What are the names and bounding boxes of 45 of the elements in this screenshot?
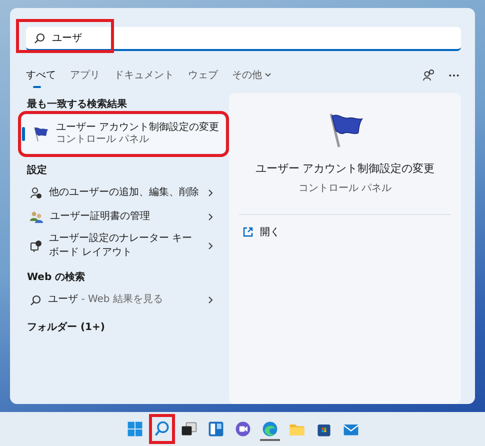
- tab[interactable]: ドキュメント: [114, 64, 182, 86]
- section-heading: フォルダー (1+): [26, 320, 106, 335]
- hint-text: - Web 結果を見る: [81, 294, 163, 306]
- search-icon: [34, 33, 45, 44]
- open-external-icon: [243, 227, 253, 237]
- result-subtitle: コントロール パネル: [56, 134, 150, 146]
- section-heading: 設定: [26, 163, 48, 178]
- item-label: 他のユーザーの追加、編集、削除: [49, 186, 200, 200]
- settings-item[interactable]: ユーザー設定のナレーター キーボード レイアウト: [22, 229, 221, 262]
- item-label: ユーザー証明書の管理: [50, 210, 151, 224]
- open-action[interactable]: 開く: [241, 222, 282, 242]
- best-match-item[interactable]: ユーザー アカウント制御設定の変更 コントロール パネル: [22, 115, 225, 153]
- tab[interactable]: すべて: [26, 64, 64, 86]
- search-icon: [152, 420, 170, 438]
- section-heading: Web の検索: [26, 270, 86, 285]
- tab[interactable]: アプリ: [70, 64, 108, 86]
- search-icon: [30, 294, 41, 306]
- chevron-right-icon: [208, 189, 213, 197]
- user-add-icon: [30, 187, 42, 199]
- widgets-icon: [206, 420, 224, 438]
- chat-icon: [234, 420, 252, 438]
- preview-title: ユーザー アカウント制御設定の変更: [255, 161, 435, 177]
- preview-subtitle: コントロール パネル: [298, 182, 392, 196]
- settings-item[interactable]: ユーザー証明書の管理: [22, 205, 221, 229]
- chevron-right-icon: [208, 296, 213, 304]
- tab[interactable]: その他: [232, 64, 279, 86]
- task-view-icon: [180, 420, 198, 438]
- web-search-item[interactable]: ユーザ - Web 結果を見る: [22, 288, 221, 312]
- windows-icon: [126, 420, 144, 438]
- section-heading: 最も一致する検索結果: [26, 98, 128, 112]
- result-title: ユーザー アカウント制御設定の変更: [56, 122, 220, 134]
- search-field[interactable]: ユーザ: [26, 27, 461, 51]
- users-icon: [30, 211, 43, 223]
- tab[interactable]: ウェブ: [188, 64, 226, 86]
- search-button[interactable]: [148, 414, 174, 444]
- more-icon[interactable]: [449, 74, 459, 76]
- settings-item[interactable]: 他のユーザーの追加、編集、削除: [22, 181, 221, 205]
- account-icon[interactable]: [423, 69, 435, 81]
- browser-icon: [260, 420, 278, 438]
- item-label: ユーザー設定のナレーター キーボード レイアウト: [49, 232, 194, 259]
- flag-icon: [32, 126, 49, 142]
- query-text: ユーザ: [48, 294, 78, 306]
- narrator-icon: [30, 240, 42, 252]
- chevron-right-icon: [208, 242, 213, 250]
- chevron-right-icon: [208, 213, 213, 221]
